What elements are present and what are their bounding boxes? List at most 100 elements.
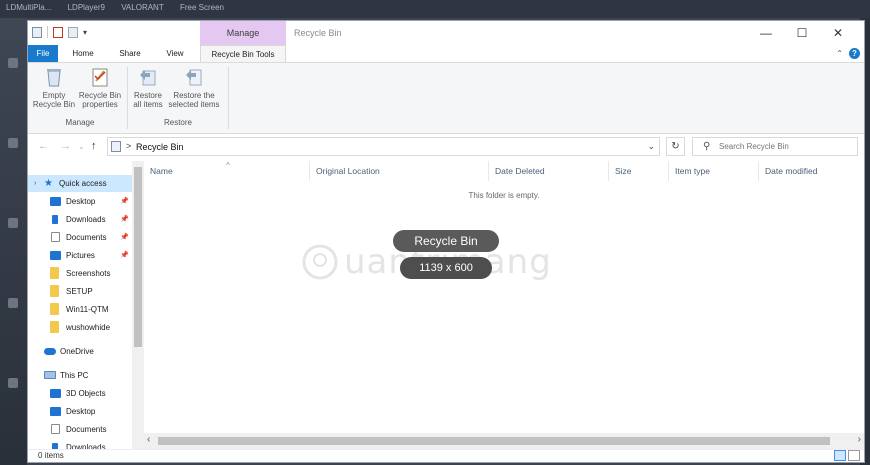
nav-quick-access[interactable]: › ★ Quick access: [28, 175, 132, 192]
up-arrow-icon[interactable]: ↑: [91, 140, 97, 152]
address-bar[interactable]: > Recycle Bin ⌄: [107, 137, 660, 156]
desktop-icon[interactable]: [8, 218, 18, 228]
ribbon-collapse-chevron-icon[interactable]: ⌃: [836, 49, 843, 58]
nav-item-3d-objects[interactable]: 3D Objects: [28, 385, 132, 402]
properties-check-icon[interactable]: [53, 26, 63, 38]
recent-locations-chevron-icon[interactable]: ⌄: [78, 142, 85, 151]
sort-ascending-chevron-icon: ^: [226, 161, 230, 170]
title-bar[interactable]: ▾ Manage Recycle Bin — ☐ ✕: [28, 21, 864, 45]
pin-icon[interactable]: 📌: [120, 229, 129, 246]
column-date-modified[interactable]: Date modified: [759, 161, 864, 181]
nav-item-win11-qtm[interactable]: Win11-QTM: [28, 301, 132, 318]
breadcrumb-separator[interactable]: >: [126, 141, 131, 151]
nav-item-desktop[interactable]: Desktop 📌: [28, 193, 132, 210]
large-icons-view-icon[interactable]: [848, 450, 860, 461]
breadcrumb-recycle-bin[interactable]: Recycle Bin: [136, 142, 184, 152]
nav-item-documents[interactable]: Documents 📌: [28, 229, 132, 246]
desktop-icon[interactable]: [8, 378, 18, 388]
quick-access-toolbar: ▾: [32, 26, 87, 38]
scroll-left-arrow-icon[interactable]: ‹: [147, 434, 150, 445]
nav-item-setup[interactable]: SETUP: [28, 283, 132, 300]
nav-item-pc-documents[interactable]: Documents: [28, 421, 132, 438]
file-list[interactable]: Name ^ Original Location Date Deleted Si…: [144, 161, 864, 449]
bg-title: LDPlayer9: [67, 3, 105, 12]
window-title: Recycle Bin: [294, 28, 342, 38]
view-toggle: [834, 450, 860, 461]
nav-onedrive[interactable]: OneDrive: [28, 343, 132, 360]
properties-icon: [89, 66, 111, 88]
documents-icon: [51, 424, 60, 434]
qat-divider: [47, 26, 48, 38]
pin-icon[interactable]: 📌: [120, 211, 129, 228]
empty-label-1: Empty: [42, 91, 66, 100]
nav-item-pictures[interactable]: Pictures 📌: [28, 247, 132, 264]
forward-arrow-icon[interactable]: →: [60, 140, 71, 152]
tab-recycle-bin-tools[interactable]: Recycle Bin Tools: [200, 45, 286, 62]
nav-pane-scrollbar[interactable]: [132, 161, 144, 449]
search-box[interactable]: ⚲: [692, 137, 858, 156]
ribbon-group-divider: [228, 67, 229, 129]
nav-item-downloads[interactable]: Downloads 📌: [28, 211, 132, 228]
restore-all-label-1: Restore: [133, 91, 162, 100]
details-view-icon[interactable]: [834, 450, 846, 461]
column-item-type[interactable]: Item type: [669, 161, 759, 181]
help-icon[interactable]: ?: [849, 48, 860, 59]
restore-all-items-button[interactable]: Restore all items: [130, 66, 166, 109]
column-size[interactable]: Size: [609, 161, 669, 181]
nav-label: Pictures: [66, 251, 95, 260]
nav-label: Documents: [66, 233, 107, 242]
minimize-button[interactable]: —: [748, 23, 784, 43]
column-original-location[interactable]: Original Location: [310, 161, 489, 181]
documents-icon: [51, 232, 60, 242]
ribbon-group-divider: [127, 67, 128, 129]
back-arrow-icon[interactable]: ←: [38, 140, 49, 152]
expand-chevron-icon[interactable]: ›: [34, 175, 36, 192]
desktop-icon[interactable]: [8, 298, 18, 308]
tab-share[interactable]: Share: [113, 45, 147, 62]
ribbon-tabs: File Home Share View Recycle Bin Tools ⌃…: [28, 45, 864, 63]
empty-recycle-bin-button[interactable]: Empty Recycle Bin: [32, 66, 76, 109]
tab-view[interactable]: View: [158, 45, 192, 62]
column-name[interactable]: Name ^: [144, 161, 310, 181]
qat-dropdown-icon[interactable]: ▾: [83, 28, 87, 37]
restore-selected-items-button[interactable]: Restore the selected items: [166, 66, 222, 109]
pin-icon[interactable]: 📌: [120, 247, 129, 264]
desktop-icon[interactable]: [8, 138, 18, 148]
desktop-taskbar-strip: LDMultiPla... LDPlayer9 VALORANT Free Sc…: [0, 0, 870, 18]
folder-icon: [50, 303, 59, 315]
nav-item-wushowhide[interactable]: wushowhide: [28, 319, 132, 336]
nav-item-pc-downloads[interactable]: Downloads: [28, 439, 132, 449]
refresh-icon[interactable]: ↻: [666, 137, 685, 156]
tab-file[interactable]: File: [28, 45, 58, 62]
nav-item-pc-desktop[interactable]: Desktop: [28, 403, 132, 420]
pin-icon[interactable]: 📌: [120, 193, 129, 210]
desktop-icon[interactable]: [8, 58, 18, 68]
restore-selected-label-2: selected items: [168, 100, 220, 109]
computer-icon: [44, 371, 56, 379]
restore-all-icon: [137, 66, 159, 88]
maximize-button[interactable]: ☐: [784, 23, 820, 43]
overlay-size-badge: 1139 x 600: [400, 257, 492, 279]
nav-item-screenshots[interactable]: Screenshots: [28, 265, 132, 282]
nav-this-pc[interactable]: This PC: [28, 367, 132, 384]
recycle-bin-properties-button[interactable]: Recycle Bin properties: [76, 66, 124, 109]
background-window-titles: LDMultiPla... LDPlayer9 VALORANT Free Sc…: [6, 3, 238, 12]
new-folder-icon[interactable]: [68, 26, 78, 38]
overlay-title-badge: Recycle Bin: [393, 230, 499, 252]
search-input[interactable]: [719, 140, 849, 153]
horizontal-scrollbar[interactable]: ‹ ›: [144, 433, 864, 449]
scrollbar-thumb[interactable]: [158, 437, 830, 445]
group-label-restore: Restore: [163, 118, 192, 127]
status-bar: 0 items: [28, 449, 864, 462]
scroll-right-arrow-icon[interactable]: ›: [858, 434, 861, 445]
nav-label: OneDrive: [60, 347, 94, 356]
address-dropdown-chevron-icon[interactable]: ⌄: [647, 141, 655, 152]
recycle-bin-small-icon[interactable]: [32, 26, 42, 38]
close-button[interactable]: ✕: [820, 23, 856, 43]
contextual-tab-manage[interactable]: Manage: [200, 21, 286, 45]
column-date-deleted[interactable]: Date Deleted: [489, 161, 609, 181]
tab-home[interactable]: Home: [66, 45, 100, 62]
scrollbar-thumb[interactable]: [134, 167, 142, 347]
nav-label: Desktop: [66, 407, 96, 416]
empty-label-2: Recycle Bin: [32, 100, 76, 109]
